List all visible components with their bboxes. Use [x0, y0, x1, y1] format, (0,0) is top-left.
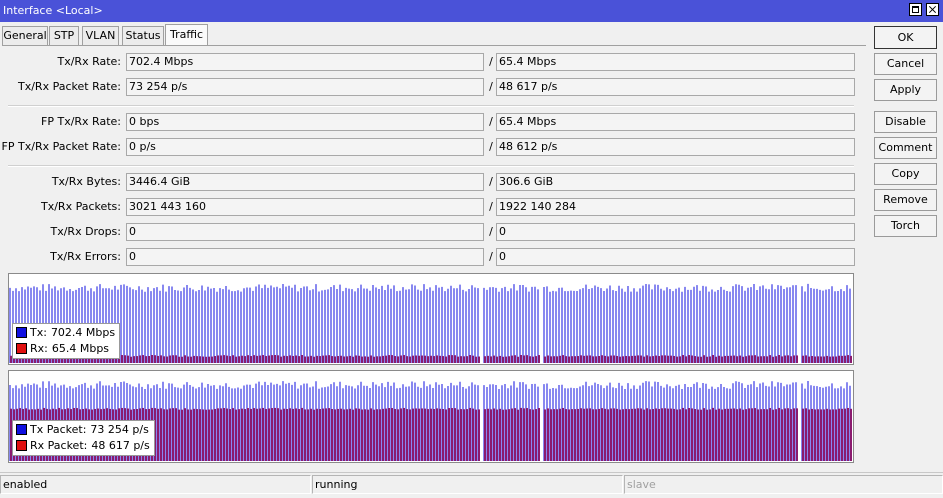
separator-slash: / [489, 140, 493, 153]
legend-rx-packet-value: 48 617 p/s [91, 439, 150, 452]
copy-button[interactable]: Copy [874, 163, 937, 185]
tx-rx-rate-label: Tx/Rx Rate: [57, 55, 121, 68]
rx-color-swatch [16, 343, 27, 354]
status-bar: enabled running slave [0, 472, 943, 498]
tx-rx-bytes-row: Tx/Rx Bytes: [0, 173, 121, 191]
fp-tx-rx-packet-rate-label: FP Tx/Rx Packet Rate: [1, 140, 121, 153]
separator-slash: / [489, 225, 493, 238]
rate-graph: Tx: 702.4 Mbps Rx: 65.4 Mbps [8, 273, 854, 365]
tx-rx-packet-rate-row: Tx/Rx Packet Rate: [0, 78, 121, 96]
apply-button[interactable]: Apply [874, 79, 937, 101]
tab-vlan[interactable]: VLAN [82, 26, 119, 45]
tx-bytes-field[interactable]: 3446.4 GiB [126, 173, 484, 191]
packet-graph-legend: Tx Packet: 73 254 p/s Rx Packet: 48 617 p/… [12, 420, 155, 456]
disable-button[interactable]: Disable [874, 111, 937, 133]
fp-tx-rx-packet-rate-row: FP Tx/Rx Packet Rate: [0, 138, 121, 156]
rx-packet-color-swatch [16, 440, 27, 451]
rx-errors-field[interactable]: 0 [496, 248, 855, 266]
fp-tx-rx-rate-row: FP Tx/Rx Rate: [0, 113, 121, 131]
close-icon[interactable] [926, 3, 939, 16]
separator-slash: / [489, 200, 493, 213]
tx-packet-rate-field[interactable]: 73 254 p/s [126, 78, 484, 96]
separator-slash: / [489, 55, 493, 68]
tab-status[interactable]: Status [122, 26, 164, 45]
tab-stp[interactable]: STP [49, 26, 79, 45]
comment-button[interactable]: Comment [874, 137, 937, 159]
tx-rx-errors-label: Tx/Rx Errors: [50, 250, 121, 263]
legend-tx-packet: Tx Packet: 73 254 p/s [16, 422, 150, 438]
legend-rx-label: Rx: [30, 342, 48, 355]
rx-rate-field[interactable]: 65.4 Mbps [496, 53, 855, 71]
cancel-button[interactable]: Cancel [874, 53, 937, 75]
tab-traffic[interactable]: Traffic [165, 24, 208, 46]
legend-rx: Rx: 65.4 Mbps [16, 341, 115, 357]
status-running: running [312, 475, 623, 494]
tab-general[interactable]: General [2, 26, 48, 45]
status-slave: slave [624, 475, 943, 494]
legend-tx-packet-label: Tx Packet: [30, 423, 87, 436]
legend-tx-packet-value: 73 254 p/s [90, 423, 149, 436]
separator-slash: / [489, 250, 493, 263]
status-enabled: enabled [0, 475, 311, 494]
tx-rx-packet-rate-label: Tx/Rx Packet Rate: [18, 80, 121, 93]
fp-tx-rx-rate-label: FP Tx/Rx Rate: [41, 115, 121, 128]
tx-packets-field[interactable]: 3021 443 160 [126, 198, 484, 216]
torch-button[interactable]: Torch [874, 215, 937, 237]
fp-tx-packet-rate-field[interactable]: 0 p/s [126, 138, 484, 156]
ok-button[interactable]: OK [874, 26, 937, 49]
tx-drops-field[interactable]: 0 [126, 223, 484, 241]
separator-slash: / [489, 80, 493, 93]
maximize-icon[interactable] [909, 3, 922, 16]
fp-rx-rate-field[interactable]: 65.4 Mbps [496, 113, 855, 131]
window-title: Interface <Local> [3, 4, 103, 17]
legend-rx-packet-label: Rx Packet: [30, 439, 88, 452]
tx-rx-bytes-label: Tx/Rx Bytes: [51, 175, 121, 188]
separator-slash: / [489, 115, 493, 128]
tx-rx-drops-row: Tx/Rx Drops: [0, 223, 122, 241]
tx-color-swatch [16, 327, 27, 338]
separator-slash: / [489, 175, 493, 188]
fp-rx-packet-rate-field[interactable]: 48 612 p/s [496, 138, 855, 156]
rx-drops-field[interactable]: 0 [496, 223, 855, 241]
rx-bytes-field[interactable]: 306.6 GiB [496, 173, 855, 191]
legend-rx-packet: Rx Packet: 48 617 p/s [16, 438, 150, 454]
legend-tx-label: Tx: [30, 326, 47, 339]
tx-rx-rate-row: Tx/Rx Rate: [0, 53, 121, 71]
tx-rate-field[interactable]: 702.4 Mbps [126, 53, 484, 71]
section-divider [8, 165, 854, 167]
rx-packet-rate-field[interactable]: 48 617 p/s [496, 78, 855, 96]
tx-errors-field[interactable]: 0 [126, 248, 484, 266]
tx-rx-drops-label: Tx/Rx Drops: [50, 225, 122, 238]
remove-button[interactable]: Remove [874, 189, 937, 211]
tx-packet-color-swatch [16, 424, 27, 435]
tx-rx-packets-label: Tx/Rx Packets: [40, 200, 121, 213]
rate-graph-legend: Tx: 702.4 Mbps Rx: 65.4 Mbps [12, 323, 121, 359]
legend-tx: Tx: 702.4 Mbps [16, 325, 115, 341]
section-divider [8, 105, 854, 107]
legend-tx-value: 702.4 Mbps [50, 326, 116, 339]
packet-graph: Tx Packet: 73 254 p/s Rx Packet: 48 617 p/… [8, 370, 854, 463]
fp-tx-rate-field[interactable]: 0 bps [126, 113, 484, 131]
legend-rx-value: 65.4 Mbps [51, 342, 110, 355]
rx-packets-field[interactable]: 1922 140 284 [496, 198, 855, 216]
rate-graph-canvas [9, 283, 852, 363]
title-bar: Interface <Local> [0, 0, 943, 22]
tx-rx-errors-row: Tx/Rx Errors: [0, 248, 121, 266]
tx-rx-packets-row: Tx/Rx Packets: [0, 198, 121, 216]
tab-divider [2, 45, 866, 46]
